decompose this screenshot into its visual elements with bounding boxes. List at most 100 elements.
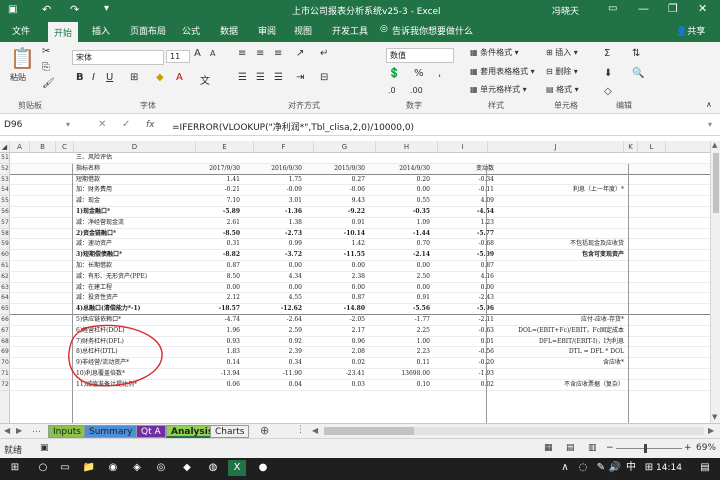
value-cell[interactable]: -1.36 — [250, 207, 302, 218]
tab-file[interactable]: 文件 — [12, 24, 30, 37]
row-label[interactable]: 1)现金融口* — [74, 207, 194, 218]
hscroll-right-icon[interactable]: ▶ — [708, 426, 714, 435]
value-cell[interactable]: 1.96 — [190, 326, 240, 337]
value-cell[interactable]: -0.06 — [310, 185, 365, 196]
expand-formula-icon[interactable]: ▾ — [708, 120, 712, 129]
hscroll-thumb[interactable] — [324, 427, 414, 435]
zoom-slider-thumb[interactable] — [644, 444, 647, 453]
scroll-down-icon[interactable]: ▼ — [712, 413, 717, 421]
align-middle-icon[interactable]: ≡ — [256, 48, 264, 59]
enter-icon[interactable]: ✓ — [122, 119, 130, 130]
prev-sheet-icon[interactable]: ◀ — [4, 426, 10, 435]
column-header[interactable]: C — [56, 141, 74, 153]
value-cell[interactable]: 2.39 — [250, 347, 302, 358]
note-cell[interactable]: 含应收* — [490, 358, 626, 369]
fill-color-icon[interactable]: ◆ — [156, 72, 164, 83]
value-cell[interactable]: 2.59 — [250, 326, 302, 337]
insert-cells-button[interactable]: ⊞ 插入 ▾ — [546, 47, 578, 58]
value-cell[interactable]: 0.96 — [310, 337, 365, 348]
value-cell[interactable]: 0.93 — [190, 337, 240, 348]
chrome-icon[interactable]: ◉ — [104, 460, 122, 476]
value-cell[interactable]: 1.75 — [250, 175, 302, 186]
formula-input[interactable]: =IFERROR(VLOOKUP("净利润*",Tbl_clisa,2,0)/1… — [172, 120, 414, 133]
value-cell[interactable]: 3.01 — [250, 196, 302, 207]
row-header[interactable]: 64 — [0, 293, 10, 305]
value-cell[interactable]: -5.89 — [190, 207, 240, 218]
value-cell[interactable]: -0.09 — [250, 185, 302, 196]
ribbon-display-icon[interactable]: ▭ — [608, 3, 617, 14]
value-cell[interactable]: 0.00 — [250, 261, 302, 272]
value-cell[interactable]: 0.34 — [250, 358, 302, 369]
value-cell[interactable]: 13698.00 — [375, 369, 430, 380]
currency-icon[interactable]: 💲 — [388, 68, 400, 79]
cancel-icon[interactable]: ✕ — [98, 119, 106, 130]
value-cell[interactable]: 0.00 — [375, 261, 430, 272]
value-cell[interactable]: 0.03 — [310, 380, 365, 391]
add-sheet-icon[interactable]: ⊕ — [260, 424, 269, 437]
value-cell[interactable]: -2.05 — [310, 315, 365, 326]
row-header[interactable]: 65 — [0, 304, 10, 315]
value-cell[interactable]: 0.00 — [375, 185, 430, 196]
zoom-slider[interactable] — [616, 444, 682, 453]
value-cell[interactable]: -0.35 — [375, 207, 430, 218]
value-cell[interactable]: 2.61 — [190, 218, 240, 229]
row-header[interactable]: 56 — [0, 207, 10, 218]
value-cell[interactable]: -18.57 — [190, 304, 240, 315]
value-cell[interactable]: -2.73 — [250, 229, 302, 240]
note-cell[interactable]: 应付-应收-存货* — [490, 315, 626, 326]
row-header[interactable]: 71 — [0, 369, 10, 380]
more-sheets-icon[interactable]: … — [32, 425, 41, 435]
row-header[interactable]: 70 — [0, 358, 10, 369]
note-cell[interactable] — [490, 272, 626, 283]
value-cell[interactable]: 2.25 — [375, 326, 430, 337]
value-cell[interactable]: -0.21 — [190, 185, 240, 196]
header-2014[interactable]: 2014/9/30 — [375, 164, 430, 175]
scroll-thumb[interactable] — [713, 153, 719, 213]
align-bottom-icon[interactable]: ≡ — [274, 48, 282, 59]
table-format-button[interactable]: ▦ 套用表格格式 ▾ — [470, 66, 535, 77]
value-cell[interactable]: 2.50 — [375, 272, 430, 283]
column-header[interactable]: L — [638, 141, 666, 153]
value-cell[interactable]: 0.91 — [310, 218, 365, 229]
tab-data[interactable]: 数据 — [220, 24, 238, 37]
align-center-icon[interactable]: ☰ — [256, 72, 265, 83]
app-icon[interactable]: ● — [254, 460, 272, 476]
row-label[interactable]: 减：速动资产 — [74, 239, 194, 250]
wrap-text-icon[interactable]: ↵ — [320, 48, 328, 59]
worksheet-grid[interactable]: 三、风险评估 指标名称 2017/9/30 2016/9/30 2015/9/3… — [10, 153, 710, 423]
fill-icon[interactable]: ⬇ — [604, 68, 612, 79]
column-header[interactable]: F — [254, 141, 314, 153]
value-cell[interactable]: 0.00 — [375, 283, 430, 294]
row-header[interactable]: 72 — [0, 380, 10, 391]
notification-icon[interactable]: ▤ — [696, 460, 714, 476]
tab-home[interactable]: 开始 — [48, 22, 79, 42]
explorer-icon[interactable]: 📁 — [80, 460, 98, 476]
scroll-up-icon[interactable]: ▲ — [712, 141, 717, 149]
note-cell[interactable] — [490, 369, 626, 380]
value-cell[interactable]: 1.38 — [250, 218, 302, 229]
row-header[interactable]: 53 — [0, 175, 10, 186]
font-name-select[interactable]: 宋体 — [72, 50, 164, 65]
value-cell[interactable]: 0.10 — [375, 380, 430, 391]
note-cell[interactable] — [490, 229, 626, 240]
find-icon[interactable]: 🔍 — [632, 68, 644, 79]
row-header[interactable]: 61 — [0, 261, 10, 272]
autosum-icon[interactable]: Σ — [604, 48, 610, 59]
row-header[interactable]: 62 — [0, 272, 10, 283]
zoom-level[interactable]: 69% — [696, 443, 716, 453]
restore-icon[interactable]: ❐ — [668, 2, 678, 15]
column-header[interactable]: J — [488, 141, 624, 153]
value-cell[interactable]: 0.04 — [250, 380, 302, 391]
row-header[interactable]: 52 — [0, 164, 10, 175]
value-cell[interactable]: 0.87 — [190, 261, 240, 272]
next-sheet-icon[interactable]: ▶ — [16, 426, 22, 435]
clock[interactable]: 14:14 — [656, 460, 682, 476]
tab-review[interactable]: 审阅 — [258, 24, 276, 37]
cut-icon[interactable]: ✂ — [42, 46, 50, 57]
row-header[interactable]: 51 — [0, 153, 10, 164]
bold-icon[interactable]: B — [76, 72, 84, 83]
row-label[interactable]: 减：有形、无形资产(PPE) — [74, 272, 194, 283]
app-icon[interactable]: ◆ — [178, 460, 196, 476]
number-format-select[interactable]: 数值 — [386, 48, 454, 63]
page-break-view-icon[interactable]: ▥ — [588, 443, 597, 453]
